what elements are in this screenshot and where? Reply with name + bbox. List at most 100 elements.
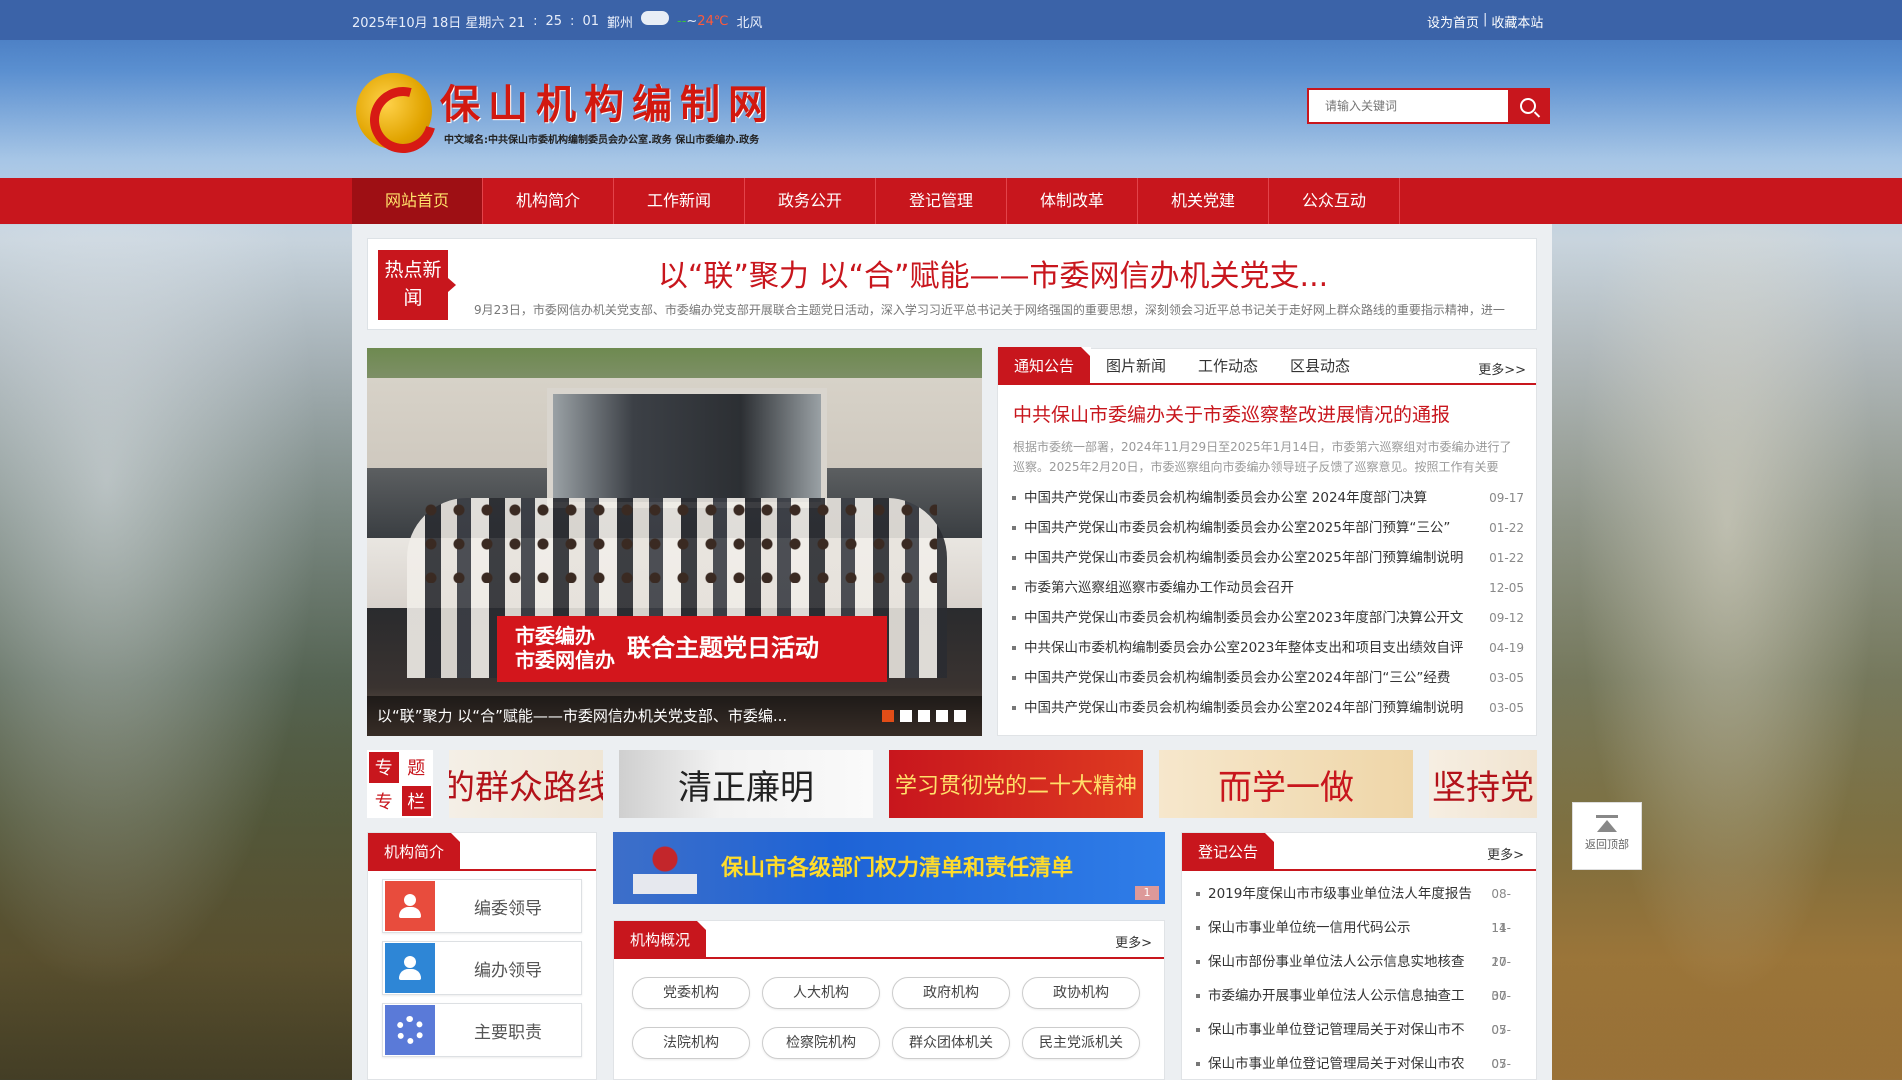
- set-home-link[interactable]: 设为首页: [1427, 12, 1479, 31]
- list-item[interactable]: 保山市事业单位登记管理局关于对保山市不 07-05: [1196, 1013, 1526, 1071]
- slider-dot-1[interactable]: [882, 710, 894, 722]
- list-item[interactable]: 市委第六巡察组巡察市委编办工作动员会召开 12-05: [1012, 573, 1524, 603]
- hot-news-summary: 9月23日，市委网信办机关党支部、市委编办党支部开展联合主题党日活动，深入学习习…: [474, 303, 1505, 317]
- power-list-text: 保山市各级部门权力清单和责任清单: [721, 855, 1074, 881]
- slider-dot-4[interactable]: [936, 710, 948, 722]
- middle-column: 保山市各级部门权力清单和责任清单 1 机构概况 更多> 党委机构 人大机构 政府…: [613, 832, 1165, 1080]
- list-item[interactable]: 中国共产党保山市委员会机构编制委员会办公室 2024年度部门决算 09-17: [1012, 483, 1524, 513]
- cloud-icon: [641, 10, 669, 25]
- background-left: [0, 225, 355, 1080]
- list-item[interactable]: 保山市部份事业单位法人公示信息实地核查 10-30: [1196, 945, 1526, 1003]
- tab-notice[interactable]: 通知公告: [998, 347, 1092, 383]
- time-minutes: 25: [545, 14, 563, 29]
- nav-public[interactable]: 政务公开: [745, 178, 876, 224]
- photo-slider[interactable]: 市委编办 市委网信办 联合主题党日活动 以“联”聚力 以“合”赋能——市委网信办机…: [367, 348, 982, 736]
- main-content: 热点新闻 以“联”聚力 以“合”赋能——市委网信办机关党支... 9月23日，市…: [352, 224, 1552, 1080]
- nav-reform[interactable]: 体制改革: [1007, 178, 1138, 224]
- nav-register[interactable]: 登记管理: [876, 178, 1007, 224]
- banner-line2: 市委网信办: [515, 648, 615, 672]
- nav-home[interactable]: 网站首页: [352, 178, 483, 224]
- topic-banner-twentieth[interactable]: 学习贯彻党的二十大精神: [889, 750, 1143, 818]
- notice-panel: 通知公告 图片新闻 工作动态 区县动态 更多>> 中共保山市委编办关于市委巡察整…: [997, 347, 1537, 736]
- pill-party-org[interactable]: 党委机构: [632, 977, 750, 1009]
- banner-page-indicator[interactable]: 1: [1135, 886, 1159, 900]
- list-item[interactable]: 市委编办开展事业单位法人公示信息抽查工 07-05: [1196, 979, 1526, 1037]
- topic-banner-persist[interactable]: 坚持党: [1429, 750, 1537, 818]
- pill-procuratorate-org[interactable]: 检察院机构: [762, 1027, 880, 1059]
- register-more-link[interactable]: 更多>: [1487, 844, 1524, 863]
- intro-committee-leaders[interactable]: 编委领导: [382, 879, 582, 933]
- search-icon: [1520, 98, 1536, 114]
- pill-mass-groups[interactable]: 群众团体机关: [892, 1027, 1010, 1059]
- tab-work-news[interactable]: 工作动态: [1182, 347, 1274, 383]
- notice-tabs: 通知公告 图片新闻 工作动态 区县动态 更多>>: [998, 347, 1536, 385]
- temp-separator: ~: [686, 14, 698, 29]
- slider-dot-2[interactable]: [900, 710, 912, 722]
- time-seconds: 01: [582, 14, 599, 29]
- search-button[interactable]: [1508, 90, 1548, 122]
- date-text: 2025年10月 18日 星期六 21: [352, 16, 526, 31]
- notice-lead: 中共保山市委编办关于市委巡察整改进展情况的通报 根据市委统一部署，2024年11…: [998, 385, 1536, 477]
- top-bar: 2025年10月 18日 星期六 21 :25 :01 鄞州 --~24℃ 北风…: [0, 0, 1902, 40]
- office-leaders-icon: [385, 943, 435, 993]
- tab-photo-news[interactable]: 图片新闻: [1090, 347, 1182, 383]
- header: [0, 40, 1902, 178]
- org-label: 机构概况: [614, 921, 708, 959]
- topic-banner-mass-line[interactable]: 的群众路线: [449, 750, 603, 818]
- committee-leaders-icon: [385, 881, 435, 931]
- hot-news-title[interactable]: 以“联”聚力 以“合”赋能——市委网信办机关党支...: [463, 251, 1523, 295]
- nav-intro[interactable]: 机构简介: [483, 178, 614, 224]
- list-item[interactable]: 中国共产党保山市委员会机构编制委员会办公室2024年部门预算编制说明 03-05: [1012, 693, 1524, 723]
- list-item[interactable]: 保山市事业单位登记管理局关于对保山市农07-05: [1196, 1047, 1526, 1080]
- wind-text: 北风: [736, 16, 763, 31]
- link-separator: |: [1483, 12, 1488, 27]
- list-item[interactable]: 中国共产党保山市委员会机构编制委员会办公室2024年部门“三公”经费 03-05: [1012, 663, 1524, 693]
- list-item[interactable]: 中国共产党保山市委员会机构编制委员会办公室2025年部门预算“三公” 01-22: [1012, 513, 1524, 543]
- pill-gov-org[interactable]: 政府机构: [892, 977, 1010, 1009]
- intro-label: 机构简介: [368, 833, 462, 871]
- special-topics: 专 题 专 栏 的群众路线 清正廉明 学习贯彻党的二十大精神 而学一做 坚持党: [367, 750, 1537, 818]
- site-subtitle: 中文域名:中共保山市委机构编制委员会办公室.政务 保山市委编办.政务: [444, 135, 760, 146]
- list-item[interactable]: 2019年度保山市市级事业单位法人年度报告 08-14: [1196, 877, 1526, 935]
- list-item[interactable]: 中国共产党保山市委员会机构编制委员会办公室2023年度部门决算公开文 09-12: [1012, 603, 1524, 633]
- list-item[interactable]: 保山市事业单位统一信用代码公示 11-27: [1196, 911, 1526, 969]
- register-header: 登记公告 更多>: [1182, 833, 1536, 871]
- slider-dot-5[interactable]: [954, 710, 966, 722]
- nav-news[interactable]: 工作新闻: [614, 178, 745, 224]
- pill-democratic-parties[interactable]: 民主党派机关: [1022, 1027, 1140, 1059]
- topic-banner-integrity[interactable]: 清正廉明: [619, 750, 873, 818]
- top-links: 设为首页 | 收藏本站: [1427, 12, 1543, 31]
- power-list-banner[interactable]: 保山市各级部门权力清单和责任清单 1: [613, 832, 1165, 904]
- org-header: 机构概况 更多>: [614, 921, 1164, 959]
- search-input[interactable]: [1309, 90, 1508, 122]
- favorite-link[interactable]: 收藏本站: [1491, 12, 1543, 31]
- list-item[interactable]: 中国共产党保山市委员会机构编制委员会办公室2025年部门预算编制说明 01-22: [1012, 543, 1524, 573]
- stamp-icon: [633, 844, 697, 894]
- tab-county-news[interactable]: 区县动态: [1274, 347, 1366, 383]
- org-more-link[interactable]: 更多>: [1115, 932, 1152, 951]
- pill-cppcc-org[interactable]: 政协机构: [1022, 977, 1140, 1009]
- pill-court-org[interactable]: 法院机构: [632, 1027, 750, 1059]
- notice-lead-summary: 根据市委统一部署，2024年11月29日至2025年1月14日，市委第六巡察组对…: [1013, 440, 1512, 474]
- event-banner: 市委编办 市委网信办 联合主题党日活动: [497, 616, 887, 682]
- slider-dot-3[interactable]: [918, 710, 930, 722]
- pill-npc-org[interactable]: 人大机构: [762, 977, 880, 1009]
- group-photo-heads: [417, 493, 937, 583]
- nav-interact[interactable]: 公众互动: [1269, 178, 1400, 224]
- site-title[interactable]: 保山机构编制网: [440, 72, 776, 130]
- intro-header: 机构简介: [368, 833, 596, 871]
- back-to-top-button[interactable]: 返回顶部: [1572, 802, 1642, 870]
- intro-office-leaders[interactable]: 编办领导: [382, 941, 582, 995]
- temp-low: --: [677, 14, 687, 29]
- notice-more-link[interactable]: 更多>>: [1478, 359, 1526, 378]
- nav-party[interactable]: 机关党建: [1138, 178, 1269, 224]
- banner-line1: 市委编办: [515, 624, 595, 648]
- arrow-up-icon: [1597, 820, 1617, 832]
- topic-banner-learn-do[interactable]: 而学一做: [1159, 750, 1413, 818]
- date-weather: 2025年10月 18日 星期六 21 :25 :01 鄞州 --~24℃ 北风: [352, 10, 763, 31]
- notice-lead-title[interactable]: 中共保山市委编办关于市委巡察整改进展情况的通报: [1013, 400, 1521, 427]
- building-entrance: [547, 388, 827, 508]
- list-item[interactable]: 中共保山市委机构编制委员会办公室2023年整体支出和项目支出绩效自评 04-19: [1012, 633, 1524, 663]
- party-emblem-icon: [356, 73, 432, 149]
- intro-main-duties[interactable]: 主要职责: [382, 1003, 582, 1057]
